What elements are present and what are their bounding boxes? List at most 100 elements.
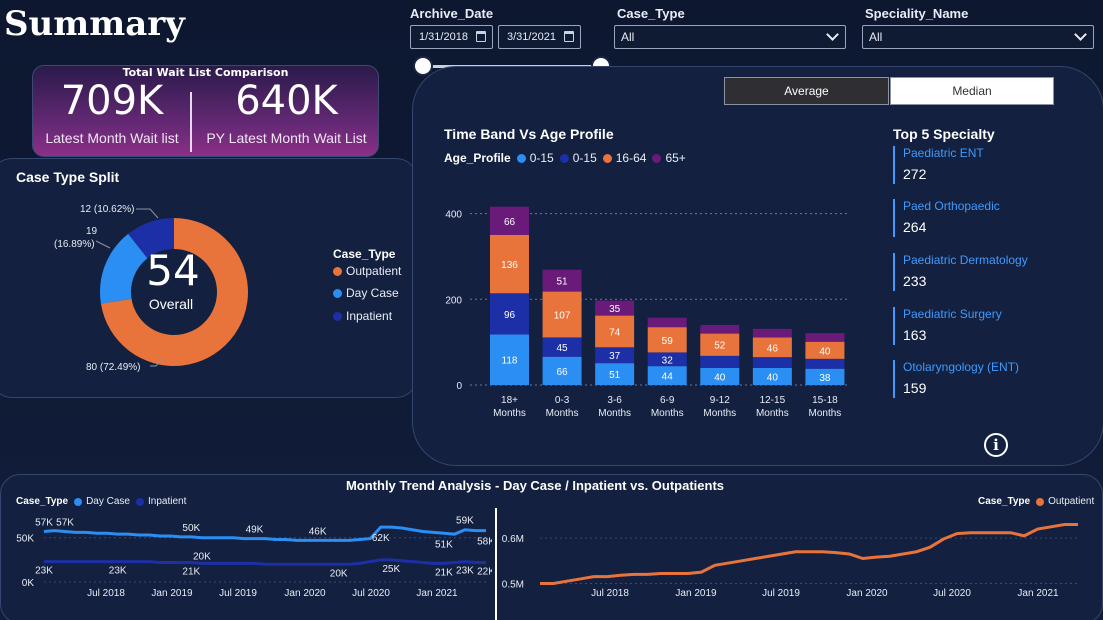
median-toggle-button[interactable]: Median <box>890 77 1054 105</box>
specialty-name[interactable]: Otolaryngology (ENT) <box>903 360 1019 374</box>
legend-label: Day Case <box>86 496 130 507</box>
series-line-day-case[interactable] <box>43 525 486 542</box>
trend-left-legend: Case_Type Day Case Inpatient <box>16 496 186 507</box>
legend-label: Outpatient <box>346 264 402 278</box>
point-label: 57K <box>56 518 74 529</box>
average-toggle-button[interactable]: Average <box>724 77 889 105</box>
bar-segment[interactable] <box>700 355 740 368</box>
bar-data-label: 51 <box>557 277 569 288</box>
legend-item-outpatient[interactable]: Outpatient <box>1036 496 1094 507</box>
legend-item-inpatient[interactable]: Inpatient <box>333 309 392 323</box>
trend-right-legend-title: Case_Type <box>978 496 1031 507</box>
legend-label: 65+ <box>665 151 686 165</box>
x-tick-label: 6-9 <box>660 395 675 406</box>
x-tick-label: 3-6 <box>607 395 622 406</box>
point-label: 21K <box>435 567 453 578</box>
x-tick-label: 9-12 <box>710 395 730 406</box>
specialty-accent <box>893 307 895 345</box>
legend-item-16-64[interactable]: 16-64 <box>602 151 647 165</box>
legend-dot <box>559 153 569 163</box>
chevron-down-icon <box>1074 28 1087 41</box>
bar-data-label: 45 <box>557 343 569 354</box>
calendar-icon[interactable] <box>476 31 486 42</box>
kpi-card: Total Wait List Comparison 709K Latest M… <box>32 65 379 157</box>
bar-data-label: 107 <box>554 311 571 322</box>
specialty-value: 159 <box>903 380 927 396</box>
legend-label: Inpatient <box>147 496 187 507</box>
x-tick-label: Jan 2021 <box>1017 588 1059 599</box>
age-profile-legend: Age_Profile 0-15 0-15 16-64 65+ <box>444 151 686 165</box>
x-tick-label: Months <box>756 408 789 419</box>
legend-dot <box>602 153 612 163</box>
bar-segment[interactable] <box>752 357 792 368</box>
info-icon[interactable]: i <box>984 433 1008 457</box>
legend-item-inpatient[interactable]: Inpatient <box>135 496 187 507</box>
bar-segment[interactable] <box>752 328 792 338</box>
x-tick-label: Jan 2021 <box>416 588 458 599</box>
specialty-value: 163 <box>903 327 927 343</box>
bar-segment[interactable] <box>700 325 740 334</box>
speciality-filter-label: Speciality_Name <box>865 6 969 21</box>
legend-item-65-plus[interactable]: 65+ <box>652 151 686 165</box>
daycase-slice-label-line2: (16.89%) <box>54 239 95 250</box>
legend-dot <box>333 266 342 276</box>
legend-item-day-case[interactable]: Day Case <box>333 286 399 300</box>
specialty-name[interactable]: Paediatric Dermatology <box>903 253 1028 267</box>
calendar-icon[interactable] <box>564 31 574 42</box>
bar-data-label: 46 <box>767 343 779 354</box>
bar-data-label: 38 <box>819 373 831 384</box>
case-type-dropdown[interactable]: All <box>614 25 846 49</box>
legend-label: 16-64 <box>615 151 647 165</box>
x-tick-label: 15-18 <box>812 395 838 406</box>
py-latest-month-label: PY Latest Month Wait List <box>206 130 367 146</box>
daycase-slice-label-line1: 19 <box>86 226 98 237</box>
point-label: 50K <box>182 523 200 534</box>
specialty-accent <box>893 146 895 184</box>
x-tick-label: 18+ <box>501 395 518 406</box>
bar-segment[interactable] <box>805 358 845 369</box>
series-line-outpatient[interactable] <box>540 523 1078 585</box>
x-tick-label: Months <box>493 408 526 419</box>
series-line-inpatient[interactable] <box>44 558 486 566</box>
bar-data-label: 40 <box>767 372 779 383</box>
py-latest-month-value: 640K <box>235 78 338 124</box>
legend-item-0-15[interactable]: 0-15 <box>516 151 554 165</box>
inpatient-slice-label: 12 (10.62%) <box>80 204 134 215</box>
end-date-input[interactable]: 3/31/2021 <box>498 25 581 49</box>
legend-item-0-15-b[interactable]: 0-15 <box>559 151 597 165</box>
bar-data-label: 37 <box>609 351 621 362</box>
point-label: 22K <box>477 567 492 578</box>
bar-chart-title: Time Band Vs Age Profile <box>444 126 614 142</box>
point-label: 23K <box>109 566 127 577</box>
age-profile-legend-title: Age_Profile <box>444 151 511 165</box>
x-tick-label: Jul 2018 <box>591 588 629 599</box>
legend-dot <box>516 153 526 163</box>
bar-data-label: 59 <box>662 336 674 347</box>
start-date-value: 1/31/2018 <box>419 31 468 43</box>
y-tick-label: 400 <box>445 210 462 221</box>
specialty-name[interactable]: Paed Orthopaedic <box>903 199 1000 213</box>
specialty-accent <box>893 199 895 237</box>
legend-label: 0-15 <box>572 151 597 165</box>
x-tick-label: Jul 2019 <box>219 588 257 599</box>
legend-dot <box>135 497 144 506</box>
point-label: 25K <box>382 564 400 575</box>
legend-item-outpatient[interactable]: Outpatient <box>333 264 401 278</box>
bar-segment[interactable] <box>647 317 687 328</box>
specialty-name[interactable]: Paediatric Surgery <box>903 307 1002 321</box>
specialty-name[interactable]: Paediatric ENT <box>903 146 984 160</box>
bar-segment[interactable] <box>805 333 845 342</box>
x-tick-label: Jul 2018 <box>87 588 125 599</box>
start-date-input[interactable]: 1/31/2018 <box>410 25 493 49</box>
end-date-value: 3/31/2021 <box>507 31 556 43</box>
x-tick-label: Months <box>651 408 684 419</box>
legend-dot <box>652 153 662 163</box>
legend-item-day-case[interactable]: Day Case <box>74 496 130 507</box>
outpatient-slice-label: 80 (72.49%) <box>86 362 140 373</box>
x-tick-label: Jan 2019 <box>675 588 717 599</box>
speciality-selected: All <box>869 30 883 44</box>
speciality-dropdown[interactable]: All <box>862 25 1094 49</box>
specialty-accent <box>893 253 895 291</box>
legend-label: Outpatient <box>1048 496 1095 507</box>
bar-data-label: 32 <box>662 355 674 366</box>
